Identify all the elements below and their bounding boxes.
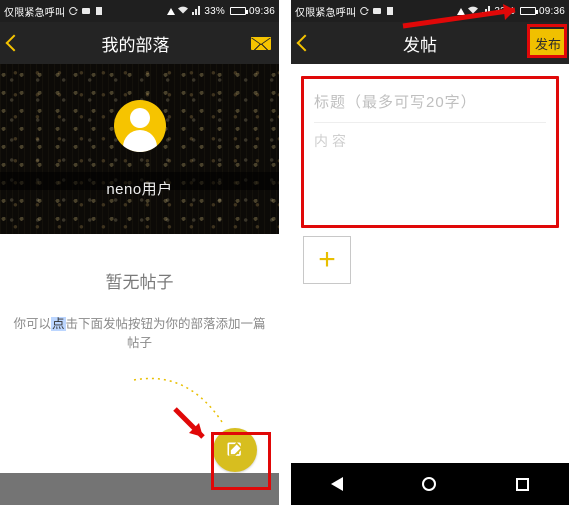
signal-icon xyxy=(191,6,201,16)
clock-text: 09:36 xyxy=(539,6,565,17)
sys-recent-button[interactable] xyxy=(516,478,529,491)
annotation-arrow xyxy=(169,403,213,447)
carrier-text: 仅限紧急呼叫 xyxy=(4,4,65,19)
system-nav-bar xyxy=(291,463,569,505)
sys-back-button[interactable] xyxy=(331,477,343,491)
annotation-box xyxy=(211,432,271,490)
content-input[interactable]: 内容 xyxy=(314,123,546,151)
empty-state: 暂无帖子 你可以点击下面发帖按钮为你的部落添加一篇帖子 xyxy=(0,234,279,351)
page-title: 发帖 xyxy=(403,31,437,56)
back-button[interactable] xyxy=(6,35,23,52)
wifi-icon xyxy=(178,6,188,16)
sys-home-button[interactable] xyxy=(422,477,436,491)
sync-icon xyxy=(68,6,78,16)
post-form: 标题（最多可写20字） 内容 xyxy=(301,76,559,228)
sync-icon xyxy=(359,6,369,16)
clock-text: 09:36 xyxy=(249,6,275,17)
back-button[interactable] xyxy=(297,35,314,52)
status-bar: 仅限紧急呼叫 33% xyxy=(0,0,279,22)
title-input[interactable]: 标题（最多可写20字） xyxy=(314,87,546,123)
phone-left: 仅限紧急呼叫 33% xyxy=(0,0,279,505)
add-attachment-button[interactable]: + xyxy=(303,236,351,284)
username-label: neno用户 xyxy=(106,178,172,199)
page-title: 我的部落 xyxy=(102,31,170,56)
phone-right: 仅限紧急呼叫 33% xyxy=(291,0,569,505)
note-icon xyxy=(94,6,104,16)
nav-bar: 我的部落 xyxy=(0,22,279,64)
carrier-text: 仅限紧急呼叫 xyxy=(295,4,356,19)
battery-icon xyxy=(230,7,246,15)
inbox-button[interactable] xyxy=(251,37,271,50)
empty-hint: 你可以点击下面发帖按钮为你的部落添加一篇帖子 xyxy=(0,313,279,351)
alarm-icon xyxy=(167,8,175,15)
empty-title: 暂无帖子 xyxy=(0,268,279,293)
annotation-box-publish xyxy=(527,24,567,58)
note-icon xyxy=(385,6,395,16)
avatar[interactable] xyxy=(114,100,166,152)
battery-pct: 33% xyxy=(204,6,225,17)
annotation-arrow-publish xyxy=(399,2,529,32)
msg-icon xyxy=(372,6,382,16)
msg-icon xyxy=(81,6,91,16)
profile-hero: neno用户 xyxy=(0,64,279,234)
